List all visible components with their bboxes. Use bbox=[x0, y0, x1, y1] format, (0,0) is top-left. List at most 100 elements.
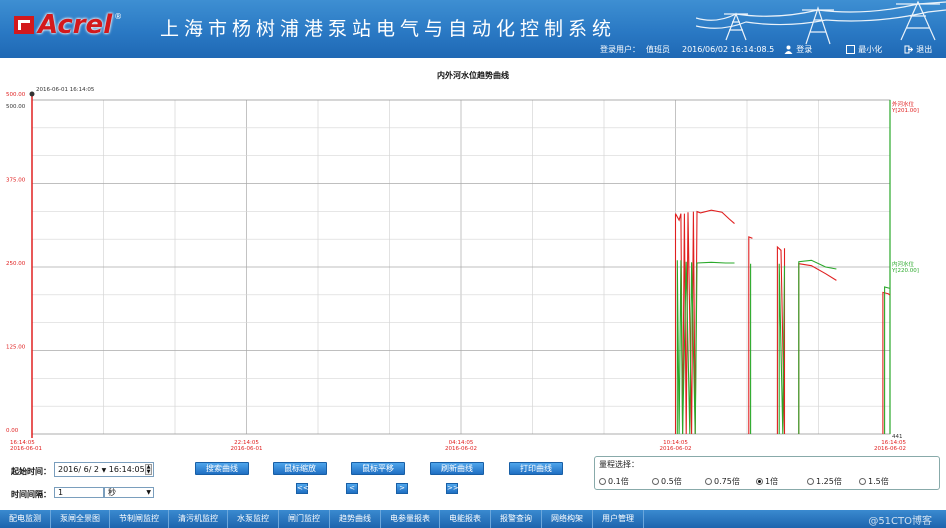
x-tick-date: 2016-06-02 bbox=[660, 446, 692, 450]
logo-text: Acrel bbox=[38, 10, 113, 40]
system-title: 上海市杨树浦港泵站电气与自动化控制系统 bbox=[160, 18, 617, 40]
range-option-0.1[interactable]: 0.1倍 bbox=[599, 476, 629, 487]
radio-icon bbox=[705, 478, 712, 485]
y-tick-label: 125.00 bbox=[6, 345, 26, 351]
y-tick-label: 250.00 bbox=[6, 261, 26, 267]
exit-icon bbox=[904, 45, 914, 54]
prev-page-button[interactable]: < bbox=[346, 483, 358, 494]
range-option-label: 0.1倍 bbox=[608, 477, 629, 486]
user-icon bbox=[784, 45, 793, 54]
range-option-label: 1倍 bbox=[765, 477, 779, 486]
series-line-outer-river bbox=[674, 209, 735, 435]
chart-axes bbox=[29, 91, 891, 438]
x-tick-date: 2016-06-01 bbox=[231, 446, 263, 450]
range-option-1[interactable]: 1倍 bbox=[756, 476, 778, 487]
login-label: 登录 bbox=[796, 45, 813, 54]
radio-icon bbox=[599, 478, 606, 485]
y-top-label: 500.00 bbox=[6, 104, 26, 110]
series-name-label: 内河水位 bbox=[892, 260, 915, 268]
chart-title: 内外河水位趋势曲线 bbox=[437, 70, 509, 80]
y-tick-label: 375.00 bbox=[6, 178, 26, 184]
range-option-0.75[interactable]: 0.75倍 bbox=[705, 476, 740, 487]
x-tick-date: 2016-06-02 bbox=[874, 446, 906, 450]
acrel-logo: Acrel ® bbox=[14, 10, 122, 40]
range-option-label: 0.5倍 bbox=[661, 477, 682, 486]
exit-button[interactable]: 退出 bbox=[904, 44, 932, 55]
nav-alarm-query[interactable]: 报警查询 bbox=[491, 510, 542, 528]
start-time-field[interactable]: 2016/ 6/ 2 ▼ 16:14:05 ▲ ▼ bbox=[54, 462, 154, 477]
nav-energy-report[interactable]: 电能报表 bbox=[440, 510, 491, 528]
status-bar: 登录用户： 值班员 2016/06/02 16:14:08.5 登录 最小化 退… bbox=[600, 44, 932, 55]
nav-gate-monitor[interactable]: 闸门监控 bbox=[279, 510, 330, 528]
logo-registered-mark: ® bbox=[114, 12, 123, 21]
user-name: 值班员 bbox=[646, 45, 670, 54]
x-tick-date: 2016-06-01 bbox=[10, 446, 42, 450]
time-spinner-icon[interactable]: ▲ ▼ bbox=[145, 464, 152, 475]
radio-selected-icon bbox=[756, 478, 763, 485]
range-option-label: 1.25倍 bbox=[816, 477, 842, 486]
search-curve-button[interactable]: 搜索曲线 bbox=[195, 462, 249, 475]
start-date-value: 2016/ 6/ 2 bbox=[58, 465, 100, 474]
unit-dropdown-icon: ▼ bbox=[146, 489, 151, 496]
trend-chart-svg[interactable]: 内外河水位趋势曲线 2016-06-01 16:14:05 500.00 0.00 1… bbox=[4, 66, 942, 450]
range-title: 量程选择： bbox=[599, 460, 639, 469]
print-curve-button[interactable]: 打印曲线 bbox=[509, 462, 563, 475]
interval-label: 时间间隔： bbox=[11, 490, 51, 499]
chart-grid bbox=[32, 100, 890, 434]
interval-unit-select[interactable]: 秒 ▼ bbox=[104, 487, 154, 498]
last-page-button[interactable]: >> bbox=[446, 483, 459, 494]
series-line-outer-river bbox=[882, 291, 891, 434]
x-tick-date: 2016-06-02 bbox=[445, 446, 477, 450]
series-line-inner-river bbox=[798, 259, 837, 434]
series-line-outer-river bbox=[798, 263, 837, 434]
interval-unit: 秒 bbox=[108, 488, 116, 497]
refresh-curve-button[interactable]: 刷新曲线 bbox=[430, 462, 484, 475]
start-time-label: 起始时间： bbox=[11, 467, 51, 476]
first-page-button[interactable]: << bbox=[296, 483, 309, 494]
series-name-label: 外河水位 bbox=[892, 100, 915, 108]
radio-icon bbox=[652, 478, 659, 485]
nav-electric-report[interactable]: 电参量报表 bbox=[381, 510, 440, 528]
range-option-0.5[interactable]: 0.5倍 bbox=[652, 476, 682, 487]
mouse-pan-button[interactable]: 鼠标平移 bbox=[351, 462, 405, 475]
x-end-marker: 441 bbox=[892, 434, 903, 440]
mouse-zoom-button[interactable]: 鼠标缩放 bbox=[273, 462, 327, 475]
series-value-label: Y[220.00] bbox=[891, 268, 919, 274]
y-tick-label: 0.00 bbox=[6, 428, 19, 434]
cursor-marker bbox=[29, 91, 35, 97]
range-option-1.5[interactable]: 1.5倍 bbox=[859, 476, 889, 487]
range-option-label: 0.75倍 bbox=[714, 477, 740, 486]
nav-power-monitor[interactable]: 配电监测 bbox=[0, 510, 51, 528]
range-selector: 量程选择： 0.1倍 0.5倍 0.75倍 1倍 1.25倍 1.5倍 bbox=[594, 456, 940, 490]
minimize-icon bbox=[846, 45, 856, 54]
interval-value: 1 bbox=[58, 488, 64, 497]
nav-sluice-monitor[interactable]: 节制闸监控 bbox=[110, 510, 169, 528]
nav-user-admin[interactable]: 用户管理 bbox=[593, 510, 644, 528]
header-bar: Acrel ® 上海市杨树浦港泵站电气与自动化控制系统 登录用户： 值班员 20… bbox=[0, 0, 946, 58]
nav-pump-control[interactable]: 水泵监控 bbox=[228, 510, 279, 528]
nav-pump-overview[interactable]: 泵闸全景图 bbox=[51, 510, 110, 528]
next-page-button[interactable]: > bbox=[396, 483, 408, 494]
radio-icon bbox=[807, 478, 814, 485]
date-dropdown-icon[interactable]: ▼ bbox=[102, 467, 107, 474]
cursor-time-label: 2016-06-01 16:14:05 bbox=[36, 87, 95, 93]
radio-icon bbox=[859, 478, 866, 485]
logo-mark-icon bbox=[14, 16, 34, 34]
minimize-label: 最小化 bbox=[858, 45, 883, 54]
interval-input[interactable]: 1 bbox=[54, 487, 104, 498]
minimize-button[interactable]: 最小化 bbox=[846, 44, 882, 55]
start-time-value: 16:14:05 bbox=[108, 465, 145, 474]
nav-network[interactable]: 网络构架 bbox=[542, 510, 593, 528]
range-option-1.25[interactable]: 1.25倍 bbox=[807, 476, 842, 487]
user-label: 登录用户： bbox=[600, 45, 640, 54]
nav-trend-curve[interactable]: 趋势曲线 bbox=[330, 510, 381, 528]
range-option-label: 1.5倍 bbox=[868, 477, 889, 486]
series-value-label: Y[201.00] bbox=[891, 108, 919, 114]
y-tick-label: 500.00 bbox=[6, 92, 26, 98]
login-button[interactable]: 登录 bbox=[784, 44, 812, 55]
chart-series bbox=[674, 209, 891, 435]
trend-chart[interactable]: 内外河水位趋势曲线 2016-06-01 16:14:05 500.00 0.00 1… bbox=[4, 66, 942, 450]
nav-cleaner-monitor[interactable]: 清污机监控 bbox=[169, 510, 228, 528]
current-datetime: 2016/06/02 16:14:08.5 bbox=[682, 45, 775, 54]
exit-label: 退出 bbox=[916, 45, 933, 54]
